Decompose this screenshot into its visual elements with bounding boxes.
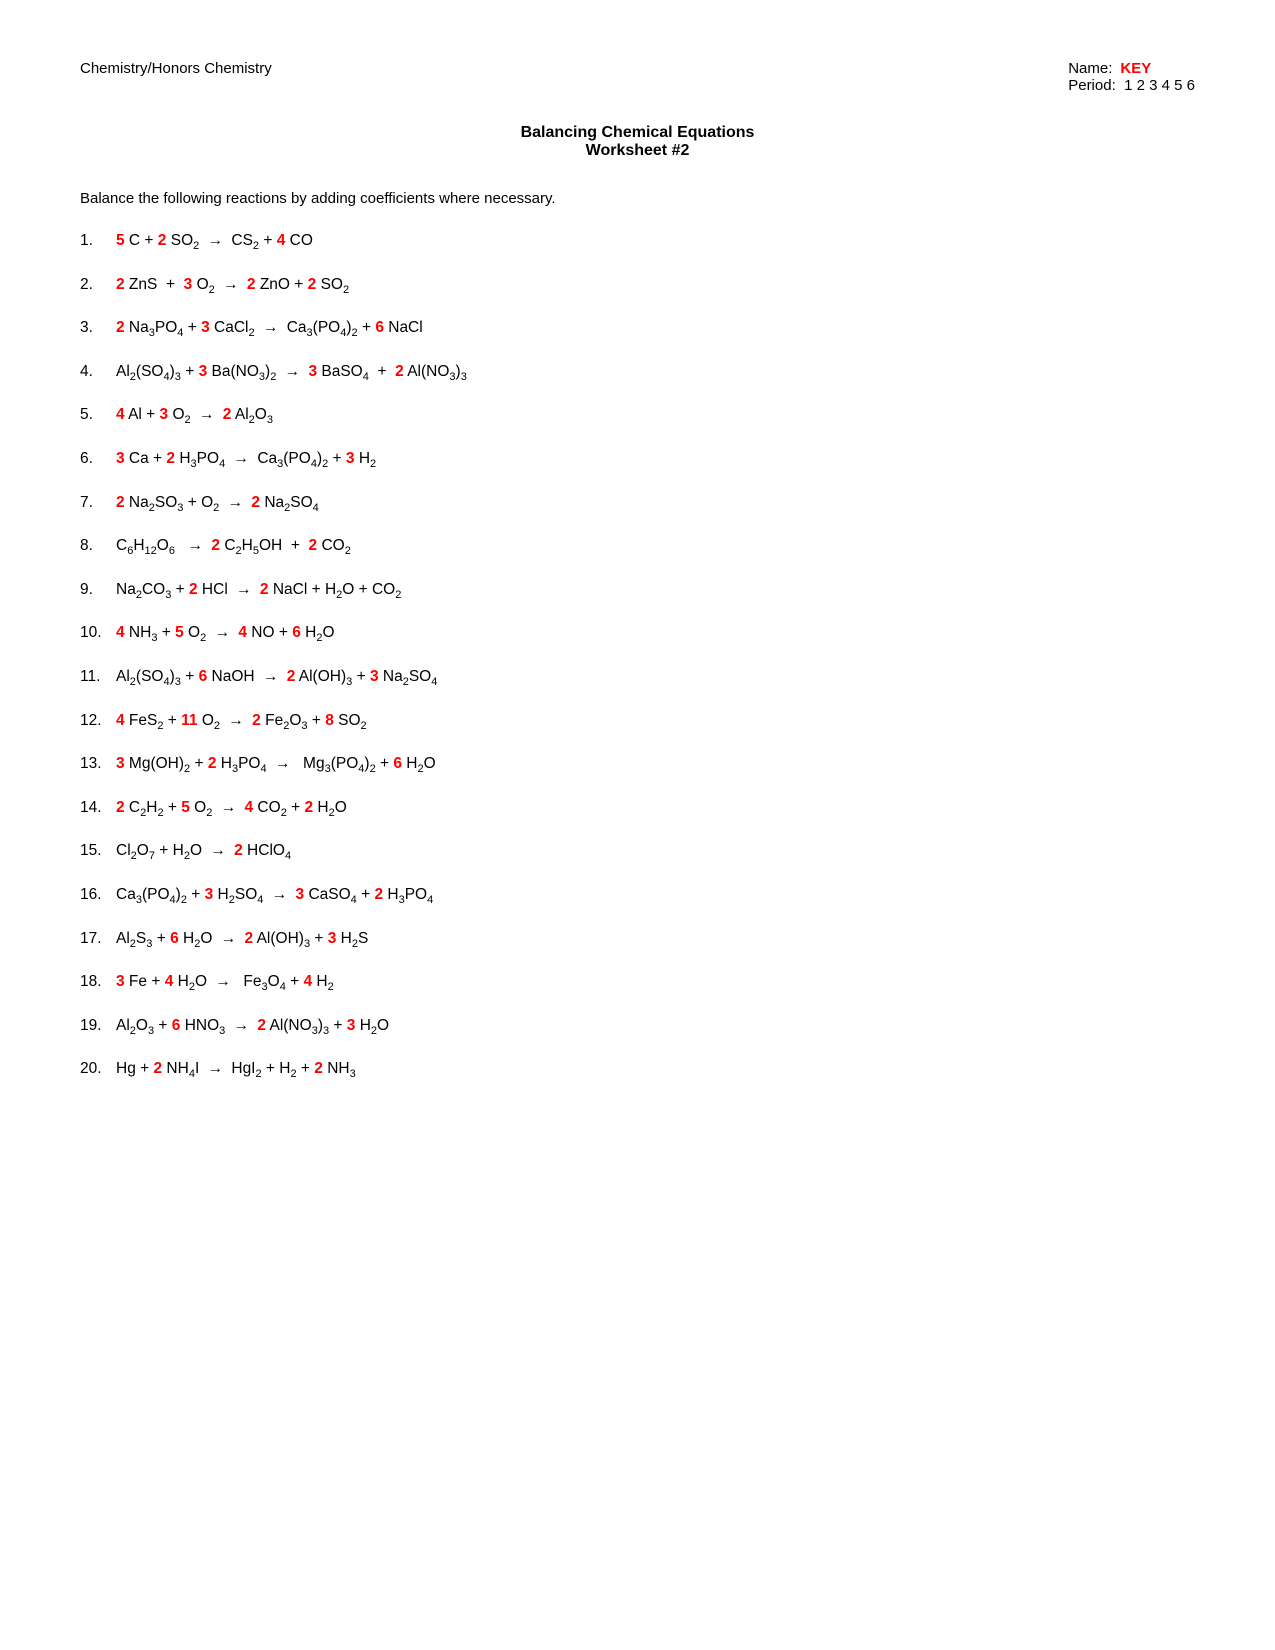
equation-row-16: 16.Ca3(PO4)2 + 3 H2SO4 → 3 CaSO4 + 2 H3P… bbox=[80, 883, 1195, 909]
equation-row-20: 20.Hg + 2 NH4I → HgI2 + H2 + 2 NH3 bbox=[80, 1057, 1195, 1083]
eq-number-1: 1. bbox=[80, 229, 116, 252]
eq-number-18: 18. bbox=[80, 970, 116, 993]
name-period-block: Name: KEY Period: 1 2 3 4 5 6 bbox=[1068, 60, 1195, 94]
eq-content-10: 4 NH3 + 5 O2 → 4 NO + 6 H2O bbox=[116, 621, 335, 647]
eq-number-12: 12. bbox=[80, 709, 116, 732]
eq-content-12: 4 FeS2 + 11 O2 → 2 Fe2O3 + 8 SO2 bbox=[116, 709, 367, 735]
instructions: Balance the following reactions by addin… bbox=[80, 190, 1195, 207]
eq-content-17: Al2S3 + 6 H2O → 2 Al(OH)3 + 3 H2S bbox=[116, 927, 368, 953]
equation-row-5: 5.4 Al + 3 O2 → 2 Al2O3 bbox=[80, 403, 1195, 429]
eq-content-13: 3 Mg(OH)2 + 2 H3PO4 → Mg3(PO4)2 + 6 H2O bbox=[116, 752, 436, 778]
equation-row-11: 11.Al2(SO4)3 + 6 NaOH → 2 Al(OH)3 + 3 Na… bbox=[80, 665, 1195, 691]
equation-row-14: 14.2 C2H2 + 5 O2 → 4 CO2 + 2 H2O bbox=[80, 796, 1195, 822]
title-line1: Balancing Chemical Equations bbox=[80, 124, 1195, 142]
eq-content-14: 2 C2H2 + 5 O2 → 4 CO2 + 2 H2O bbox=[116, 796, 347, 822]
eq-content-6: 3 Ca + 2 H3PO4 → Ca3(PO4)2 + 3 H2 bbox=[116, 447, 376, 473]
name-label: Name: bbox=[1068, 60, 1112, 77]
eq-content-19: Al2O3 + 6 HNO3 → 2 Al(NO3)3 + 3 H2O bbox=[116, 1014, 389, 1040]
eq-number-13: 13. bbox=[80, 752, 116, 775]
period-line: Period: 1 2 3 4 5 6 bbox=[1068, 77, 1195, 94]
eq-number-3: 3. bbox=[80, 316, 116, 339]
eq-number-14: 14. bbox=[80, 796, 116, 819]
eq-content-2: 2 ZnS + 3 O2 → 2 ZnO + 2 SO2 bbox=[116, 273, 349, 299]
eq-content-1: 5 C + 2 SO2 → CS2 + 4 CO bbox=[116, 229, 313, 255]
period-label: Period: bbox=[1068, 77, 1116, 94]
name-line: Name: KEY bbox=[1068, 60, 1195, 77]
equation-row-15: 15.Cl2O7 + H2O → 2 HClO4 bbox=[80, 839, 1195, 865]
title-block: Balancing Chemical Equations Worksheet #… bbox=[80, 124, 1195, 160]
equation-row-9: 9.Na2CO3 + 2 HCl → 2 NaCl + H2O + CO2 bbox=[80, 578, 1195, 604]
eq-content-5: 4 Al + 3 O2 → 2 Al2O3 bbox=[116, 403, 273, 429]
eq-number-11: 11. bbox=[80, 665, 116, 688]
eq-content-7: 2 Na2SO3 + O2 → 2 Na2SO4 bbox=[116, 491, 319, 517]
equation-row-17: 17.Al2S3 + 6 H2O → 2 Al(OH)3 + 3 H2S bbox=[80, 927, 1195, 953]
header: Chemistry/Honors Chemistry Name: KEY Per… bbox=[80, 60, 1195, 94]
equation-row-18: 18.3 Fe + 4 H2O → Fe3O4 + 4 H2 bbox=[80, 970, 1195, 996]
equation-row-4: 4.Al2(SO4)3 + 3 Ba(NO3)2 → 3 BaSO4 + 2 A… bbox=[80, 360, 1195, 386]
name-value: KEY bbox=[1120, 60, 1151, 77]
eq-content-9: Na2CO3 + 2 HCl → 2 NaCl + H2O + CO2 bbox=[116, 578, 401, 604]
eq-number-17: 17. bbox=[80, 927, 116, 950]
eq-number-15: 15. bbox=[80, 839, 116, 862]
eq-content-16: Ca3(PO4)2 + 3 H2SO4 → 3 CaSO4 + 2 H3PO4 bbox=[116, 883, 433, 909]
equation-row-1: 1.5 C + 2 SO2 → CS2 + 4 CO bbox=[80, 229, 1195, 255]
equation-row-13: 13.3 Mg(OH)2 + 2 H3PO4 → Mg3(PO4)2 + 6 H… bbox=[80, 752, 1195, 778]
eq-number-19: 19. bbox=[80, 1014, 116, 1037]
eq-number-4: 4. bbox=[80, 360, 116, 383]
eq-content-20: Hg + 2 NH4I → HgI2 + H2 + 2 NH3 bbox=[116, 1057, 356, 1083]
eq-content-4: Al2(SO4)3 + 3 Ba(NO3)2 → 3 BaSO4 + 2 Al(… bbox=[116, 360, 467, 386]
course-label: Chemistry/Honors Chemistry bbox=[80, 60, 272, 77]
eq-number-2: 2. bbox=[80, 273, 116, 296]
equation-row-6: 6.3 Ca + 2 H3PO4 → Ca3(PO4)2 + 3 H2 bbox=[80, 447, 1195, 473]
eq-number-5: 5. bbox=[80, 403, 116, 426]
equation-row-12: 12.4 FeS2 + 11 O2 → 2 Fe2O3 + 8 SO2 bbox=[80, 709, 1195, 735]
equation-row-7: 7.2 Na2SO3 + O2 → 2 Na2SO4 bbox=[80, 491, 1195, 517]
equation-row-3: 3.2 Na3PO4 + 3 CaCl2 → Ca3(PO4)2 + 6 NaC… bbox=[80, 316, 1195, 342]
period-value: 1 2 3 4 5 6 bbox=[1120, 77, 1195, 94]
eq-content-8: C6H12O6 → 2 C2H5OH + 2 CO2 bbox=[116, 534, 351, 560]
eq-content-18: 3 Fe + 4 H2O → Fe3O4 + 4 H2 bbox=[116, 970, 334, 996]
eq-number-16: 16. bbox=[80, 883, 116, 906]
equation-row-19: 19.Al2O3 + 6 HNO3 → 2 Al(NO3)3 + 3 H2O bbox=[80, 1014, 1195, 1040]
eq-number-8: 8. bbox=[80, 534, 116, 557]
title-line2: Worksheet #2 bbox=[80, 142, 1195, 160]
eq-number-9: 9. bbox=[80, 578, 116, 601]
eq-content-15: Cl2O7 + H2O → 2 HClO4 bbox=[116, 839, 291, 865]
equation-row-10: 10.4 NH3 + 5 O2 → 4 NO + 6 H2O bbox=[80, 621, 1195, 647]
eq-number-7: 7. bbox=[80, 491, 116, 514]
equations-list: 1.5 C + 2 SO2 → CS2 + 4 CO2.2 ZnS + 3 O2… bbox=[80, 229, 1195, 1083]
eq-number-10: 10. bbox=[80, 621, 116, 644]
eq-number-20: 20. bbox=[80, 1057, 116, 1080]
eq-content-3: 2 Na3PO4 + 3 CaCl2 → Ca3(PO4)2 + 6 NaCl bbox=[116, 316, 423, 342]
eq-content-11: Al2(SO4)3 + 6 NaOH → 2 Al(OH)3 + 3 Na2SO… bbox=[116, 665, 437, 691]
equation-row-2: 2.2 ZnS + 3 O2 → 2 ZnO + 2 SO2 bbox=[80, 273, 1195, 299]
eq-number-6: 6. bbox=[80, 447, 116, 470]
equation-row-8: 8.C6H12O6 → 2 C2H5OH + 2 CO2 bbox=[80, 534, 1195, 560]
